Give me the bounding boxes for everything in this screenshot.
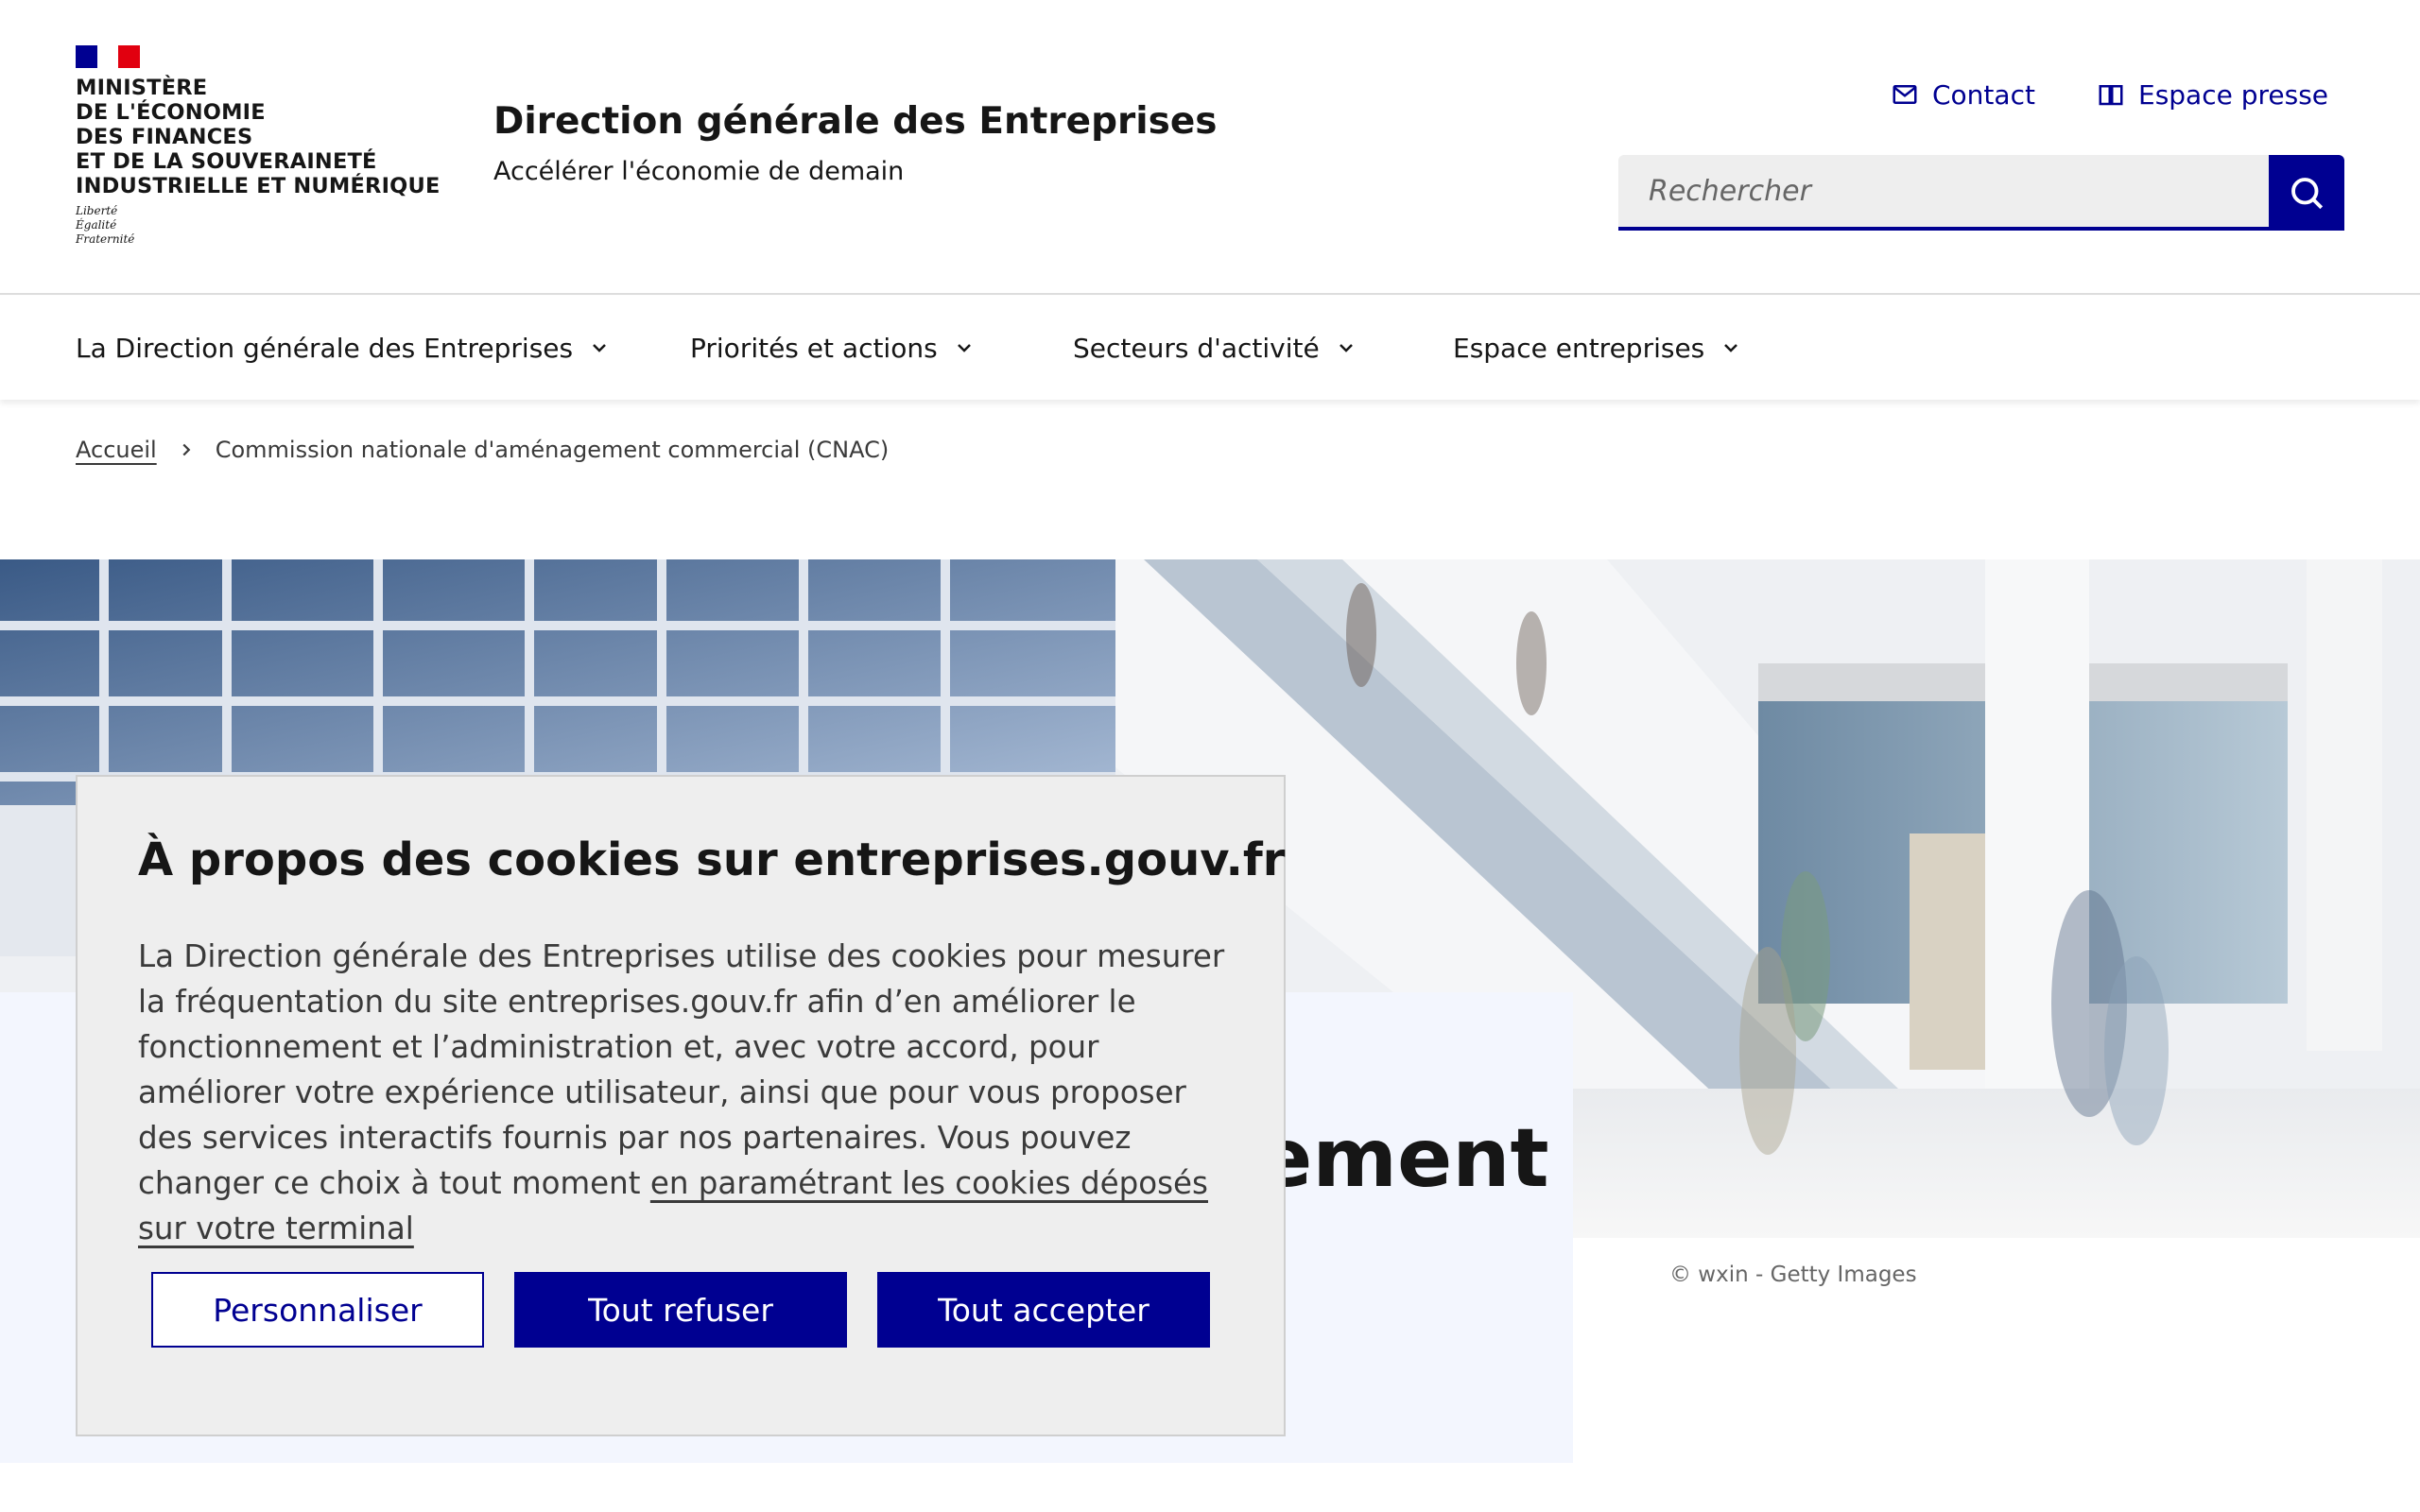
contact-link[interactable]: Contact [1891,76,2035,113]
cookie-body-text: La Direction générale des Entreprises ut… [138,938,1225,1201]
search-placeholder: Rechercher [1649,174,1811,208]
nav-item-label: Espace entreprises [1453,332,1705,364]
breadcrumb: Accueil Commission nationale d'aménageme… [76,433,889,467]
service-title[interactable]: Direction générale des Entreprises [493,100,1218,143]
press-space-link[interactable]: Espace presse [2097,76,2328,113]
ministry-line: industrielle et numérique [76,174,441,198]
search-input[interactable]: Rechercher [1618,155,2269,231]
nav-item-secteurs[interactable]: Secteurs d'activité [1073,296,1357,400]
page-title: ement [1257,1111,1549,1206]
image-credit: © wxin - Getty Images [1669,1263,1917,1287]
search-bar: Rechercher [1618,155,2344,231]
ministry-line: des finances [76,125,253,149]
main-navigation: La Direction générale des Entreprises Pr… [0,296,2420,400]
chevron-down-icon [957,344,971,352]
nav-item-priorites[interactable]: Priorités et actions [690,296,976,400]
book-open-icon [2099,85,2123,106]
breadcrumb-home-link[interactable]: Accueil [76,437,157,463]
nav-item-label: Secteurs d'activité [1073,332,1320,364]
press-space-label: Espace presse [2138,78,2329,111]
chevron-right-icon [182,443,191,456]
accept-all-button[interactable]: Tout accepter [877,1272,1210,1348]
nav-item-label: La Direction générale des Entreprises [76,332,574,364]
site-header: Ministère de l'économie des finances et … [0,0,2420,295]
nav-item-dge[interactable]: La Direction générale des Entreprises [76,296,611,400]
nav-item-label: Priorités et actions [690,332,938,364]
search-button[interactable] [2269,155,2344,231]
customize-cookies-button[interactable]: Personnaliser [151,1272,484,1348]
cookie-dialog-text: La Direction générale des Entreprises ut… [138,934,1225,1251]
contact-label: Contact [1932,78,2035,111]
ministry-line: de l'économie [76,100,266,125]
ministry-logo-text[interactable]: Ministère de l'économie des finances et … [76,76,454,198]
chevron-down-icon [1724,344,1738,352]
cookie-dialog-title: À propos des cookies sur entreprises.gou… [138,833,1286,886]
chevron-down-icon [1339,344,1353,352]
refuse-all-button[interactable]: Tout refuser [514,1272,847,1348]
republic-motto: Liberté Égalité Fraternité [76,204,135,246]
service-tagline: Accélérer l'économie de demain [493,157,905,186]
breadcrumb-current: Commission nationale d'aménagement comme… [215,437,890,463]
chevron-down-icon [593,344,606,352]
republic-flag-logo [76,45,140,68]
mail-icon [1893,85,1917,104]
ministry-line: Ministère [76,76,208,100]
ministry-line: et de la souveraineté [76,149,377,174]
search-icon [2291,178,2324,210]
cookie-consent-dialog: À propos des cookies sur entreprises.gou… [76,775,1286,1436]
nav-item-espace-entreprises[interactable]: Espace entreprises [1453,296,1742,400]
